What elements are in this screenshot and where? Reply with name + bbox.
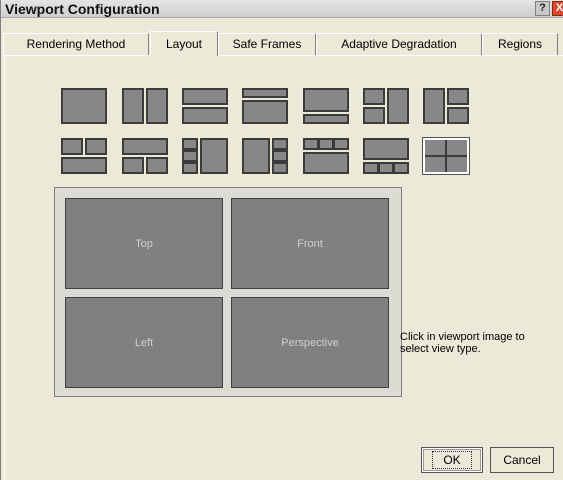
layout-cell [303,88,349,112]
cancel-button[interactable]: Cancel [490,447,554,473]
layout-cell [85,138,107,155]
layout-option-three-right-two[interactable] [423,88,469,124]
layout-cell [146,88,168,124]
hint-text: Click in viewport image to select view t… [400,331,525,355]
close-button[interactable]: X [552,1,563,16]
layout-option-two-horizontal[interactable] [182,88,228,124]
layout-cell [146,157,168,174]
layout-cell [363,88,385,105]
title-bar: Viewport Configuration ? X [1,0,563,18]
layout-divider [425,155,467,157]
tab-layout[interactable]: Layout [150,31,218,56]
layout-cell [272,138,288,150]
layout-cell [447,88,469,105]
tab-regions[interactable]: Regions [482,33,558,55]
layout-option-large-top-small-bottom[interactable] [303,88,349,124]
layout-cell [423,88,445,124]
tab-strip: Rendering Method Layout Safe Frames Adap… [3,31,563,56]
ok-button[interactable]: OK [421,447,483,473]
dialog-title: Viewport Configuration [5,1,160,17]
layout-cell [272,162,288,174]
layout-option-small-top-large-bottom[interactable] [242,88,288,124]
layout-cell [61,138,83,155]
layout-cell [272,150,288,162]
ok-button-label: OK [432,451,472,469]
layout-option-four-right-three[interactable] [242,138,288,174]
layout-cell [182,138,198,150]
layout-cell [318,138,334,150]
tab-rendering-method[interactable]: Rendering Method [3,33,149,55]
layout-cell [242,88,288,98]
viewport-left[interactable]: Left [65,297,223,388]
layout-cell [303,114,349,124]
layout-cell [182,150,198,162]
layout-panel: Top Front Left Perspective Click in view… [4,56,563,480]
layout-cell [122,138,168,155]
layout-cell [363,138,409,160]
layout-option-four-bottom-three[interactable] [363,138,409,174]
viewport-perspective[interactable]: Perspective [231,297,389,388]
tab-safe-frames[interactable]: Safe Frames [218,33,316,55]
layout-cell [363,107,385,124]
layout-cell [242,138,270,174]
layout-cell [303,138,319,150]
layout-cell [200,138,228,174]
layout-cell [393,162,409,174]
viewport-preview: Top Front Left Perspective [54,187,402,397]
tab-adaptive-degradation[interactable]: Adaptive Degradation [316,33,482,55]
layout-cell [363,162,379,174]
layout-cell [333,138,349,150]
viewport-configuration-dialog: Viewport Configuration ? X Rendering Met… [0,0,563,480]
layout-cell [387,88,409,124]
viewport-front[interactable]: Front [231,198,389,289]
layout-option-four-top-three[interactable] [303,138,349,174]
layout-option-four-left-three[interactable] [182,138,228,174]
layout-cell [122,88,144,124]
layout-cell [182,88,228,105]
layout-cell [61,157,107,174]
layout-option-three-bottom-two[interactable] [122,138,168,174]
layout-cell [182,162,198,174]
layout-option-single[interactable] [61,88,107,124]
viewport-top[interactable]: Top [65,198,223,289]
layout-cell [182,107,228,124]
layout-cell [447,107,469,124]
layout-cell [378,162,394,174]
layout-option-three-top-two[interactable] [61,138,107,174]
layout-option-two-vertical[interactable] [122,88,168,124]
help-button[interactable]: ? [535,1,550,16]
layout-option-three-left-two[interactable] [363,88,409,124]
layout-option-four-equal-selected[interactable] [422,137,470,175]
layout-cell [303,152,349,174]
layout-cell [242,100,288,124]
layout-cell [122,157,144,174]
